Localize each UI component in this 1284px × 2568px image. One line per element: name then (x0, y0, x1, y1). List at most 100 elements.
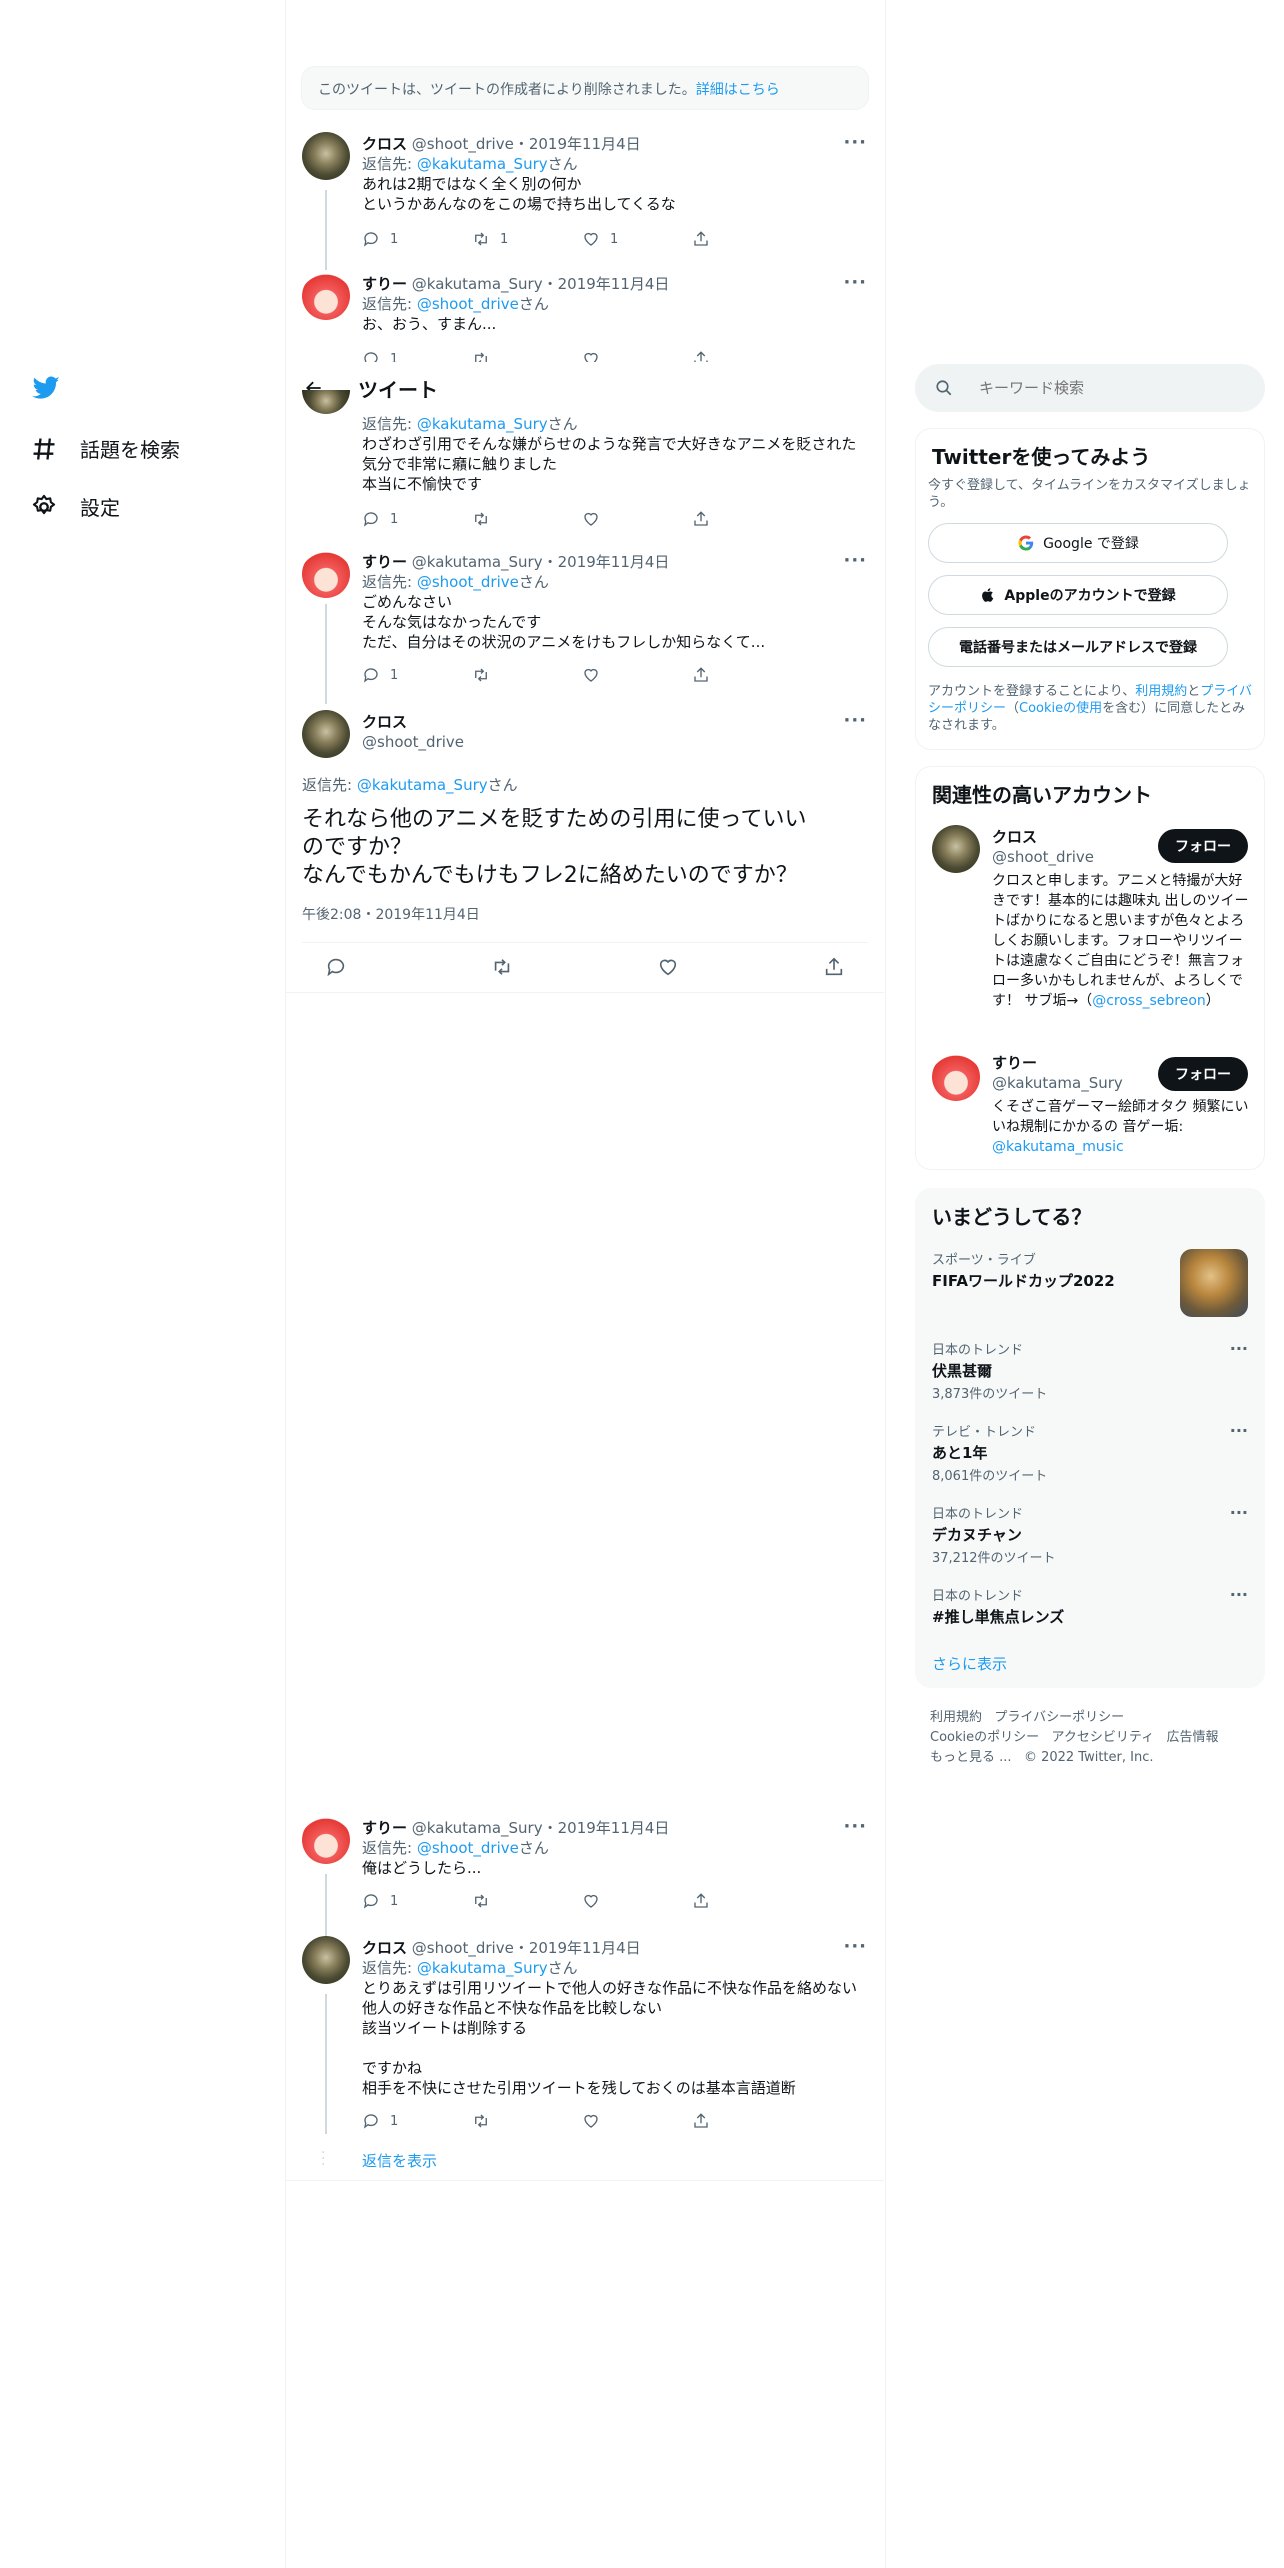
author-handle[interactable]: @kakutama_Sury (412, 275, 543, 293)
avatar[interactable] (932, 825, 980, 873)
google-signup-button[interactable]: Google で登録 (928, 523, 1228, 563)
learn-more-link[interactable]: 詳細はこちら (696, 82, 780, 98)
more-icon[interactable]: ··· (1230, 1585, 1248, 1604)
like-button[interactable] (582, 1892, 692, 1910)
reply-to-link[interactable]: @kakutama_Sury (357, 776, 488, 794)
footer-accessibility-link[interactable]: アクセシビリティ (1052, 1730, 1155, 1745)
tweet-date[interactable]: 2019年11月4日 (558, 275, 670, 293)
author-name[interactable]: すりー (362, 1819, 407, 1837)
footer-more-link[interactable]: もっと見る ... (930, 1750, 1012, 1765)
more-icon[interactable]: ··· (1230, 1503, 1248, 1522)
share-button[interactable] (692, 350, 802, 362)
account-name[interactable]: クロス (992, 827, 1094, 847)
footer-cookie-link[interactable]: Cookieのポリシー (930, 1730, 1039, 1745)
reply-to-link[interactable]: @kakutama_Sury (417, 415, 548, 433)
retweet-button[interactable] (472, 2112, 582, 2130)
retweet-button[interactable] (472, 350, 582, 362)
more-icon[interactable]: ··· (843, 1816, 867, 1837)
reply-button[interactable]: 1 (362, 510, 472, 528)
tweet-date[interactable]: 2019年11月4日 (529, 135, 641, 153)
heart-icon[interactable] (657, 956, 679, 978)
tweet-timestamp[interactable]: 午後2:08・2019年11月4日 (302, 904, 480, 924)
tweet-date[interactable]: 2019年11月4日 (529, 1939, 641, 1957)
retweet-icon[interactable] (491, 956, 513, 978)
footer-privacy-link[interactable]: プライバシーポリシー (994, 1710, 1124, 1725)
avatar[interactable] (302, 550, 350, 598)
phone-email-signup-button[interactable]: 電話番号またはメールアドレスで登録 (928, 627, 1228, 667)
avatar[interactable] (302, 132, 350, 180)
reply-to-link[interactable]: @kakutama_Sury (417, 155, 548, 173)
account-name[interactable]: すりー (992, 1053, 1123, 1073)
nav-explore[interactable]: 話題を検索 (30, 434, 180, 463)
share-button[interactable] (692, 666, 802, 684)
like-button[interactable] (582, 350, 692, 362)
follow-button[interactable]: フォロー (1158, 829, 1248, 863)
avatar[interactable] (302, 1936, 350, 1984)
bio-link[interactable]: @cross_sebreon (1092, 993, 1206, 1009)
retweet-button[interactable] (472, 510, 582, 528)
author-handle[interactable]: @kakutama_Sury (412, 1819, 543, 1837)
trend-item[interactable]: 日本のトレンド デカヌチャン 37,212件のツイート ··· (932, 1503, 1248, 1566)
trend-item[interactable]: 日本のトレンド #推し単焦点レンズ ··· (932, 1585, 1248, 1627)
author-handle[interactable]: @shoot_drive (412, 135, 514, 153)
author-handle[interactable]: @kakutama_Sury (412, 553, 543, 571)
avatar[interactable] (302, 1816, 350, 1864)
more-icon[interactable]: ··· (1230, 1339, 1248, 1358)
reply-button[interactable]: 1 (362, 1892, 472, 1910)
thread-tweet[interactable]: すりー @kakutama_Sury・2019年11月4日 返信先: @shoo… (285, 548, 885, 688)
thread-tweet[interactable]: クロス @shoot_drive・2019年11月4日 返信先: @kakuta… (285, 1934, 885, 2144)
cookie-link[interactable]: Cookieの使用 (1019, 701, 1102, 716)
share-icon[interactable] (823, 956, 845, 978)
twitter-logo-icon[interactable] (30, 374, 62, 406)
footer-ads-info-link[interactable]: 広告情報 (1167, 1730, 1219, 1745)
more-icon[interactable]: ··· (843, 132, 867, 153)
share-button[interactable] (692, 2112, 802, 2130)
reply-to-link[interactable]: @kakutama_Sury (417, 1959, 548, 1977)
bio-link[interactable]: @kakutama_music (992, 1139, 1124, 1155)
reply-to-link[interactable]: @shoot_drive (417, 295, 519, 313)
nav-settings[interactable]: 設定 (30, 492, 120, 521)
share-button[interactable] (692, 1892, 802, 1910)
like-button[interactable] (582, 510, 692, 528)
trend-item[interactable]: 日本のトレンド 伏黒甚爾 3,873件のツイート ··· (932, 1339, 1248, 1402)
thread-tweet[interactable]: クロス @shoot_drive・2019年11月4日 返信先: @kakuta… (285, 130, 885, 260)
avatar[interactable] (302, 272, 350, 320)
retweet-button[interactable]: 1 (472, 230, 582, 248)
more-icon[interactable]: ··· (843, 272, 867, 293)
avatar[interactable] (932, 1053, 980, 1101)
follow-button[interactable]: フォロー (1158, 1057, 1248, 1091)
account-handle[interactable]: @kakutama_Sury (992, 1073, 1123, 1093)
author-name[interactable]: すりー (362, 553, 407, 571)
thread-tweet[interactable]: すりー @kakutama_Sury・2019年11月4日 返信先: @shoo… (285, 1814, 885, 1924)
trend-item[interactable]: テレビ・トレンド あと1年 8,061件のツイート ··· (932, 1421, 1248, 1484)
account-handle[interactable]: @shoot_drive (992, 847, 1094, 867)
retweet-button[interactable] (472, 666, 582, 684)
trend-item[interactable]: スポーツ・ライブ FIFAワールドカップ2022 (932, 1249, 1248, 1317)
reply-to-link[interactable]: @shoot_drive (417, 1839, 519, 1857)
like-button[interactable] (582, 2112, 692, 2130)
thread-tweet[interactable]: すりー @kakutama_Sury・2019年11月4日 返信先: @shoo… (285, 270, 885, 362)
reply-button[interactable]: 1 (362, 350, 472, 362)
share-button[interactable] (692, 230, 802, 248)
reply-button[interactable]: 1 (362, 666, 472, 684)
reply-to-link[interactable]: @shoot_drive (417, 573, 519, 591)
retweet-button[interactable] (472, 1892, 582, 1910)
share-button[interactable] (692, 510, 802, 528)
more-icon[interactable]: ··· (843, 1936, 867, 1957)
author-handle[interactable]: @shoot_drive (412, 1939, 514, 1957)
like-button[interactable] (582, 666, 692, 684)
author-name[interactable]: クロス (362, 135, 407, 153)
author-name[interactable]: クロス (362, 1939, 407, 1957)
reply-button[interactable]: 1 (362, 230, 472, 248)
like-button[interactable]: 1 (582, 230, 692, 248)
show-more-trends-link[interactable]: さらに表示 (932, 1653, 1007, 1674)
tweet-date[interactable]: 2019年11月4日 (558, 553, 670, 571)
show-replies-link[interactable]: 返信を表示 (362, 2150, 437, 2171)
reply-icon[interactable] (325, 956, 347, 978)
more-icon[interactable]: ··· (1230, 1421, 1248, 1440)
thread-tweet[interactable]: 返信先: @kakutama_Suryさん わざわざ引用でそんな嫌がらせのような… (285, 390, 885, 536)
apple-signup-button[interactable]: Appleのアカウントで登録 (928, 575, 1228, 615)
search-bar[interactable] (915, 364, 1265, 412)
more-icon[interactable]: ··· (843, 710, 867, 731)
tweet-date[interactable]: 2019年11月4日 (558, 1819, 670, 1837)
